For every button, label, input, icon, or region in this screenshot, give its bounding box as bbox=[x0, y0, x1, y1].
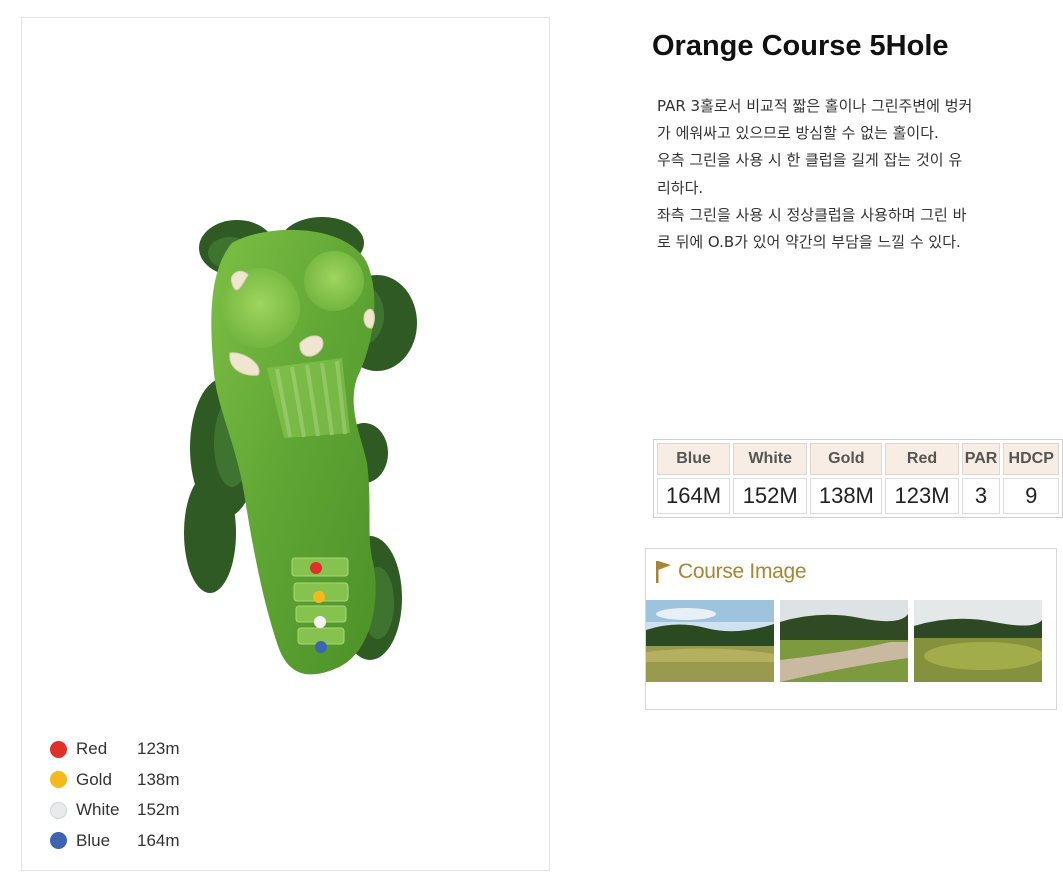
value-gold: 138M bbox=[810, 478, 883, 514]
scorecard-table: Blue White Gold Red PAR HDCP 164M 152M 1… bbox=[653, 439, 1063, 518]
blue-dot-icon bbox=[50, 832, 67, 850]
course-image-title: Course Image bbox=[678, 560, 807, 583]
white-tee-marker bbox=[314, 616, 326, 628]
description-line: 리하다. bbox=[657, 178, 704, 197]
gold-tee-marker bbox=[313, 591, 325, 603]
legend-item-red: Red 123m bbox=[50, 734, 180, 765]
course-image-header: Course Image bbox=[654, 559, 807, 585]
description-line: 가 에워싸고 있으므로 방심할 수 없는 홀이다. bbox=[657, 124, 939, 143]
description-line: PAR 3홀로서 비교적 짧은 홀이나 그린주변에 벙커 bbox=[657, 97, 973, 115]
header-par: PAR bbox=[961, 443, 1001, 475]
red-dot-icon bbox=[50, 740, 67, 758]
value-hdcp: 9 bbox=[1003, 478, 1059, 514]
course-photo-3[interactable] bbox=[914, 600, 1042, 682]
legend-item-white: White 152m bbox=[50, 795, 180, 826]
white-dot-icon bbox=[50, 801, 67, 819]
flag-icon bbox=[656, 561, 671, 583]
course-photo-2[interactable] bbox=[780, 600, 908, 682]
value-blue: 164M bbox=[657, 478, 731, 514]
description-line: 우측 그린을 사용 시 한 클럽을 길게 잡는 것이 유 bbox=[657, 151, 963, 170]
gold-dot-icon bbox=[50, 771, 67, 789]
hole-description: PAR 3홀로서 비교적 짧은 홀이나 그린주변에 벙커 가 에워싸고 있으므로… bbox=[657, 93, 1063, 256]
header-red: Red bbox=[885, 443, 959, 475]
red-tee-marker bbox=[310, 562, 322, 574]
value-red: 123M bbox=[885, 478, 959, 514]
hole-map-panel: Red 123m Gold 138m White 152m Blue 164m bbox=[21, 17, 550, 871]
scorecard-value-row: 164M 152M 138M 123M 3 9 bbox=[657, 478, 1059, 514]
hole-title: Orange Course 5Hole bbox=[652, 30, 949, 62]
legend-item-gold: Gold 138m bbox=[50, 765, 180, 796]
course-photo-1[interactable] bbox=[646, 600, 774, 682]
header-white: White bbox=[733, 443, 808, 475]
tee-legend: Red 123m Gold 138m White 152m Blue 164m bbox=[50, 734, 180, 856]
legend-item-blue: Blue 164m bbox=[50, 826, 180, 857]
course-image-panel: Course Image bbox=[645, 548, 1057, 710]
value-white: 152M bbox=[733, 478, 808, 514]
value-par: 3 bbox=[961, 478, 1001, 514]
hole-layout-illustration bbox=[184, 217, 417, 675]
blue-tee-marker bbox=[315, 641, 327, 653]
header-blue: Blue bbox=[657, 443, 731, 475]
header-hdcp: HDCP bbox=[1003, 443, 1059, 475]
scorecard-header-row: Blue White Gold Red PAR HDCP bbox=[657, 443, 1059, 475]
description-line: 좌측 그린을 사용 시 정상클럽을 사용하며 그린 바 bbox=[657, 205, 967, 224]
description-line: 로 뒤에 O.B가 있어 약간의 부담을 느낄 수 있다. bbox=[657, 233, 961, 252]
header-gold: Gold bbox=[810, 443, 883, 475]
